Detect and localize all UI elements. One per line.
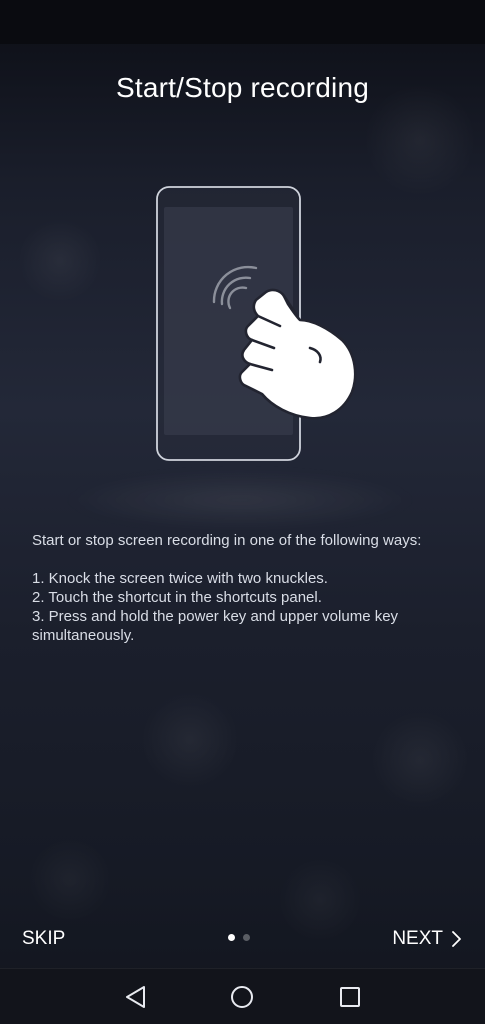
next-button[interactable]: NEXT (392, 928, 461, 950)
back-triangle-icon (126, 986, 145, 1008)
page-title: Start/Stop recording (115, 72, 370, 103)
status-bar (0, 0, 485, 44)
page-indicator (228, 934, 250, 941)
illustration-glow (60, 470, 420, 530)
next-button-label: NEXT (392, 928, 443, 949)
illustration-graphic (156, 186, 357, 461)
tutorial-screen: Start/Stop recording Start or stop scree… (0, 0, 485, 1024)
navigation-bar (0, 968, 485, 1024)
chevron-right-icon (452, 931, 461, 947)
instructions-intro: Start or stop screen recording in one of… (32, 532, 422, 549)
illustration (150, 180, 360, 470)
instructions: Start or stop screen recording in one of… (32, 531, 452, 645)
page-dot-active (228, 934, 235, 941)
tutorial-footer: SKIP NEXT (0, 920, 485, 960)
instruction-step: 2. Touch the shortcut in the shortcuts p… (32, 589, 322, 606)
page-dot (243, 934, 250, 941)
instruction-step: 1. Knock the screen twice with two knuck… (32, 570, 328, 587)
recents-button[interactable] (336, 983, 364, 1011)
home-circle-icon (231, 986, 253, 1008)
back-button[interactable] (122, 983, 150, 1011)
recents-square-icon (340, 987, 360, 1007)
skip-button[interactable]: SKIP (22, 928, 65, 950)
instruction-step: 3. Press and hold the power key and uppe… (32, 608, 399, 644)
home-button[interactable] (228, 983, 256, 1011)
